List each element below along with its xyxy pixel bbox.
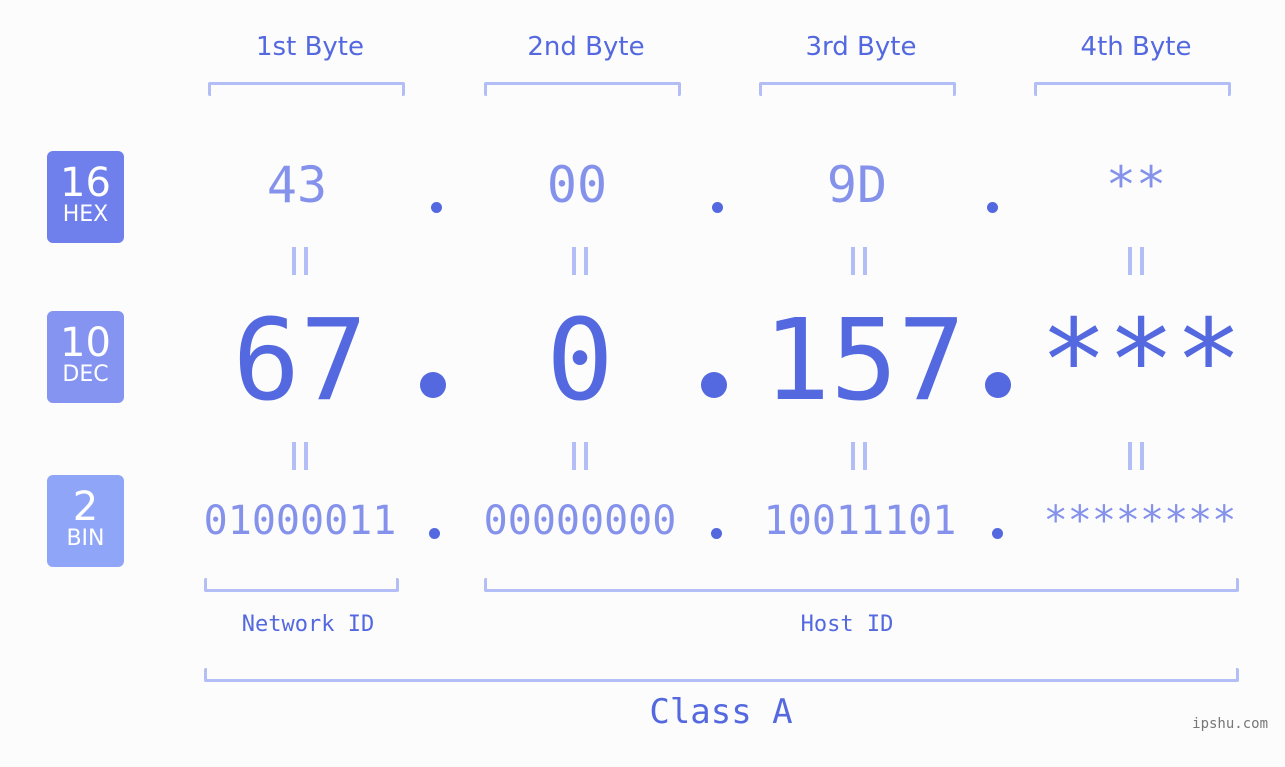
bin-separator-dot [711,528,722,539]
bin-base-number: 2 [72,484,99,530]
dec-byte-3: 157 [763,296,966,426]
bin-byte-1: 01000011 [203,498,397,544]
bin-byte-4: ******** [1043,498,1237,544]
class-label: Class A [649,692,793,732]
equals-icon [851,247,867,275]
byte-bracket-3 [759,82,956,96]
hex-byte-3: 9D [826,156,888,214]
byte-bracket-2 [484,82,681,96]
hex-base-number: 16 [60,160,111,206]
byte-header-3: 3rd Byte [805,32,917,62]
equals-icon [1128,442,1144,470]
equals-icon [572,442,588,470]
equals-icon [572,247,588,275]
network-id-label: Network ID [241,612,375,637]
hex-base-label: HEX [62,202,109,227]
hex-byte-1: 43 [266,156,328,214]
byte-bracket-4 [1034,82,1231,96]
dec-byte-2: 0 [546,296,614,426]
hex-separator-dot [712,202,723,213]
byte-header-2: 2nd Byte [527,32,645,62]
equals-icon [292,247,308,275]
dec-separator-dot [420,372,446,398]
equals-icon [1128,247,1144,275]
hex-badge: 16 HEX [47,151,124,243]
dec-separator-dot [985,372,1011,398]
byte-header-4: 4th Byte [1080,32,1192,62]
dec-separator-dot [701,372,727,398]
host-id-bracket [484,578,1239,592]
host-id-label: Host ID [800,612,894,637]
byte-bracket-1 [208,82,405,96]
bin-byte-3: 10011101 [763,498,957,544]
byte-header-1: 1st Byte [256,32,364,62]
dec-base-label: DEC [62,362,109,387]
bin-separator-dot [992,528,1003,539]
dec-base-number: 10 [60,320,111,366]
equals-icon [292,442,308,470]
hex-separator-dot [987,202,998,213]
hex-separator-dot [431,202,442,213]
equals-icon [851,442,867,470]
bin-badge: 2 BIN [47,475,124,567]
hex-byte-4: ** [1105,156,1167,214]
class-bracket [204,668,1239,682]
dec-byte-4: *** [1040,296,1243,426]
bin-byte-2: 00000000 [483,498,677,544]
dec-byte-1: 67 [232,296,368,426]
hex-byte-2: 00 [546,156,608,214]
network-id-bracket [204,578,399,592]
bin-base-label: BIN [66,526,105,551]
dec-badge: 10 DEC [47,311,124,403]
bin-separator-dot [429,528,440,539]
watermark: ipshu.com [1192,716,1268,732]
